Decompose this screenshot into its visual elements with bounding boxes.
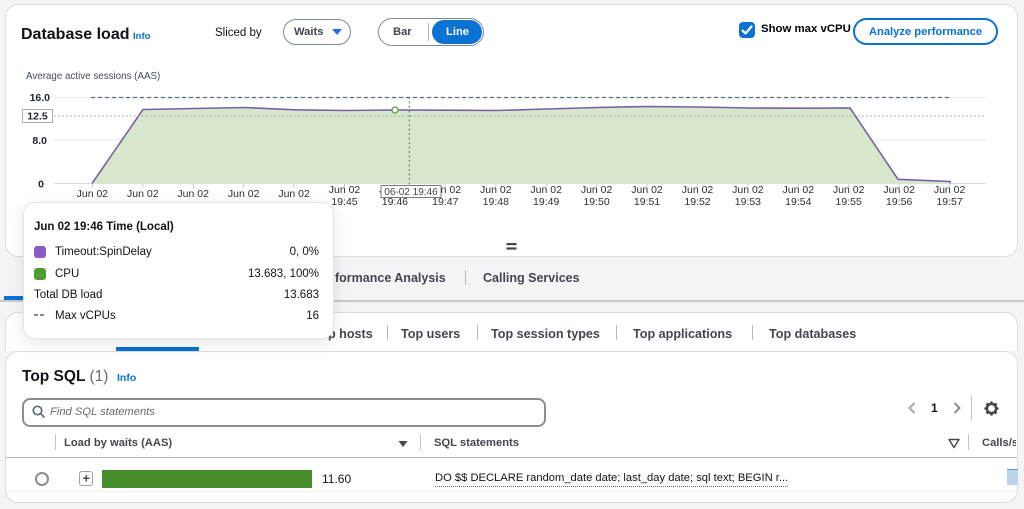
svg-text:8.0: 8.0: [32, 135, 47, 147]
svg-text:16.0: 16.0: [30, 92, 51, 104]
svg-text:Jun 02: Jun 02: [77, 188, 109, 200]
svg-text:12.5: 12.5: [27, 111, 48, 123]
svg-text:19:56: 19:56: [886, 196, 912, 208]
svg-text:19:52: 19:52: [684, 196, 710, 208]
svg-text:Jun 02: Jun 02: [682, 184, 714, 196]
svg-text:Jun 02: Jun 02: [278, 188, 310, 200]
svg-text:19:51: 19:51: [634, 196, 660, 208]
svg-text:Jun 02: Jun 02: [329, 184, 361, 196]
svg-text:Jun 02: Jun 02: [783, 184, 815, 196]
svg-text:Jun 02: Jun 02: [883, 184, 915, 196]
svg-text:19:45: 19:45: [331, 196, 357, 208]
svg-text:Jun 02: Jun 02: [581, 184, 613, 196]
svg-text:Jun 02: Jun 02: [127, 188, 159, 200]
svg-text:06-02 19:46: 06-02 19:46: [384, 187, 438, 198]
svg-text:Jun 02: Jun 02: [934, 184, 966, 196]
svg-text:Jun 02: Jun 02: [530, 184, 562, 196]
svg-text:19:48: 19:48: [483, 196, 509, 208]
svg-text:19:54: 19:54: [785, 196, 811, 208]
svg-text:Jun 02: Jun 02: [833, 184, 865, 196]
svg-text:Average active sessions (AAS): Average active sessions (AAS): [26, 71, 160, 82]
svg-text:Jun 02: Jun 02: [228, 188, 260, 200]
svg-text:Jun 02: Jun 02: [631, 184, 663, 196]
svg-text:19:50: 19:50: [583, 196, 609, 208]
svg-text:0: 0: [38, 179, 44, 191]
svg-text:19:53: 19:53: [735, 196, 761, 208]
svg-text:19:55: 19:55: [836, 196, 862, 208]
svg-text:19:57: 19:57: [936, 196, 962, 208]
svg-text:19:49: 19:49: [533, 196, 559, 208]
svg-text:Jun 02: Jun 02: [177, 188, 209, 200]
svg-text:Jun 02: Jun 02: [732, 184, 764, 196]
svg-text:Jun 02: Jun 02: [480, 184, 512, 196]
